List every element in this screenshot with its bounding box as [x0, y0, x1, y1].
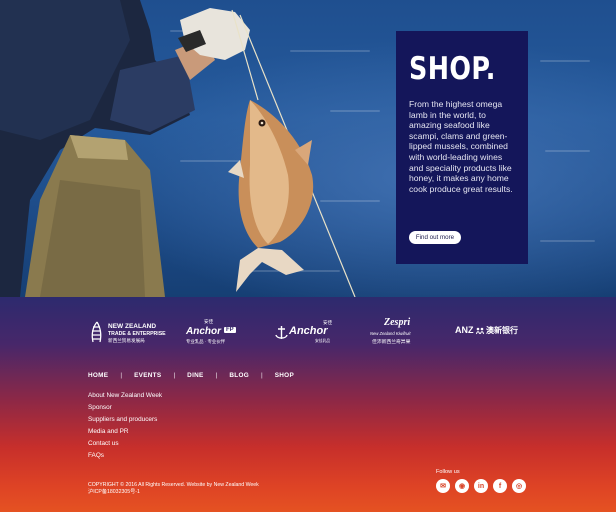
zespri-line3: 佳沛新西兰奇异果: [372, 340, 411, 345]
shop-title: SHOP.: [409, 51, 496, 87]
nav-shop[interactable]: SHOP: [275, 372, 294, 379]
anchor-fp-cn-sub: 专业乳品 · 专业伙伴: [186, 339, 226, 344]
nzte-line3: 新西兰贸易发展局: [108, 338, 145, 343]
anchor-logo[interactable]: Anchor 安佳 安佳乳品: [275, 319, 335, 347]
fern-icon: [91, 321, 102, 343]
weibo-icon[interactable]: ◉: [455, 479, 469, 493]
sponsor-logos: NEW ZEALAND TRADE & ENTERPRISE 新西兰贸易发展局 …: [0, 317, 616, 351]
anchor-name: Anchor: [289, 325, 328, 337]
icp-number: 沪ICP备18032305号-1: [88, 489, 140, 495]
nzte-logo[interactable]: NEW ZEALAND TRADE & ENTERPRISE 新西兰贸易发展局: [88, 319, 166, 347]
nav-blog[interactable]: BLOG: [229, 372, 249, 379]
instagram-icon[interactable]: ◎: [512, 479, 526, 493]
link-about[interactable]: About New Zealand Week: [88, 390, 162, 402]
linkedin-icon[interactable]: in: [474, 479, 488, 493]
link-faqs[interactable]: FAQs: [88, 450, 162, 462]
wechat-icon[interactable]: ✉: [436, 479, 450, 493]
nav-separator: |: [261, 372, 263, 379]
follow-label: Follow us: [436, 469, 460, 475]
link-media[interactable]: Media and PR: [88, 426, 162, 438]
nav-dine[interactable]: DINE: [187, 372, 203, 379]
nav-home[interactable]: HOME: [88, 372, 108, 379]
link-sponsor[interactable]: Sponsor: [88, 402, 162, 414]
anz-cn: 澳新银行: [486, 326, 518, 335]
nav-separator: |: [120, 372, 123, 379]
nav-separator: |: [173, 372, 176, 379]
anz-name: ANZ: [455, 325, 474, 335]
footer-nav: HOME | EVENTS | DINE | BLOG | SHOP: [88, 372, 294, 379]
anchor-icon: [275, 326, 288, 339]
link-suppliers[interactable]: Suppliers and producers: [88, 414, 162, 426]
anchor-cn-sub: 安佳乳品: [315, 339, 331, 343]
anz-logo[interactable]: ANZ 澳新银行: [455, 325, 525, 341]
nav-separator: |: [215, 372, 218, 379]
anchor-fp-cn-top: 安佳: [204, 319, 214, 324]
zespri-line2: New Zealand Kiwifruit: [370, 331, 411, 336]
copyright: COPYRIGHT © 2016 All Rights Reserved. We…: [88, 482, 308, 496]
shop-panel: SHOP. From the highest omega lamb in the…: [396, 31, 528, 264]
footer-links: About New Zealand Week Sponsor Suppliers…: [88, 390, 162, 462]
copyright-line1: COPYRIGHT © 2016 All Rights Reserved. We…: [88, 482, 259, 488]
anchor-fp-logo[interactable]: 安佳 Anchor FP 专业乳品 · 专业伙伴: [186, 319, 242, 347]
find-out-more-button[interactable]: Find out more: [409, 231, 461, 244]
nzte-line2: TRADE & ENTERPRISE: [108, 331, 166, 337]
anchor-cn-top: 安佳: [323, 320, 333, 325]
zespri-logo[interactable]: Zespri New Zealand Kiwifruit 佳沛新西兰奇异果: [370, 317, 426, 349]
shop-description: From the highest omega lamb in the world…: [409, 99, 513, 194]
nzte-line1: NEW ZEALAND: [108, 323, 157, 330]
zespri-name: Zespri: [384, 317, 411, 328]
social-icons: ✉ ◉ in f ◎: [436, 479, 531, 493]
hero-section: SHOP. From the highest omega lamb in the…: [0, 0, 616, 297]
nav-events[interactable]: EVENTS: [134, 372, 161, 379]
anz-people-icon: [476, 327, 484, 335]
link-contact[interactable]: Contact us: [88, 438, 162, 450]
anchor-fp-badge: FP: [224, 327, 236, 333]
facebook-icon[interactable]: f: [493, 479, 507, 493]
anchor-fp-name: Anchor: [186, 326, 221, 337]
footer: NEW ZEALAND TRADE & ENTERPRISE 新西兰贸易发展局 …: [0, 297, 616, 512]
